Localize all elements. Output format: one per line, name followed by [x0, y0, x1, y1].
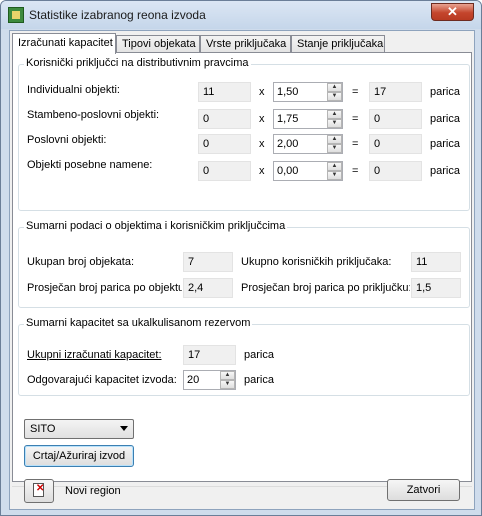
title-bar[interactable]: Statistike izabranog reona izvoda ✕: [1, 1, 481, 29]
row1-factor-value[interactable]: 1,50: [277, 86, 298, 98]
tab-tipovi-objekata[interactable]: Tipovi objekata: [116, 35, 200, 53]
tab-vrste-prikljucaka[interactable]: Vrste priključaka: [200, 35, 291, 53]
row2-times: x: [259, 113, 265, 125]
window-close-button[interactable]: ✕: [431, 3, 474, 21]
row4-factor-spinner[interactable]: 0,00 ▲ ▼: [273, 161, 343, 181]
row1-factor-spinner[interactable]: 1,50 ▲ ▼: [273, 82, 343, 102]
dialog-client: Izračunati kapacitet Tipovi objekata Vrs…: [9, 30, 475, 510]
row3-count: 0: [198, 134, 251, 154]
row4-equals: =: [352, 165, 359, 177]
ukupni-kapacitet-label: Ukupni izračunati kapacitet:: [27, 349, 162, 361]
delete-icon: ✕: [36, 483, 45, 494]
spin-up-icon[interactable]: ▲: [327, 135, 342, 144]
row1-equals: =: [352, 86, 359, 98]
chevron-down-icon: [120, 426, 128, 431]
ukupno-korisnickih-value: 11: [411, 252, 461, 272]
window-title: Statistike izabranog reona izvoda: [29, 8, 206, 22]
row4-count: 0: [198, 161, 251, 181]
odgovarajuci-kapacitet-value[interactable]: 20: [187, 374, 199, 386]
row4-times: x: [259, 165, 265, 177]
spin-down-icon[interactable]: ▼: [327, 119, 342, 128]
row2-equals: =: [352, 113, 359, 125]
spin-down-icon[interactable]: ▼: [327, 144, 342, 153]
spin-down-icon[interactable]: ▼: [220, 380, 235, 389]
row1-count: 11: [198, 82, 251, 102]
app-icon: [8, 7, 24, 23]
type-dropdown-value: SITO: [30, 423, 56, 435]
ukupan-broj-label: Ukupan broj objekata:: [27, 256, 135, 268]
group-sumarni-podaci: Sumarni podaci o objektima i korisničkim…: [18, 220, 470, 308]
group-prikljucci: Korisnički priključci na distributivnim …: [18, 57, 470, 211]
spin-down-icon[interactable]: ▼: [327, 171, 342, 180]
row3-result: 0: [369, 134, 422, 154]
row3-times: x: [259, 138, 265, 150]
spin-up-icon[interactable]: ▲: [220, 371, 235, 380]
row2-unit: parica: [430, 113, 460, 125]
prosjek-prikljucak-value: 1,5: [411, 278, 461, 298]
row1-unit: parica: [430, 86, 460, 98]
row1-label: Individualni objekti:: [27, 84, 120, 96]
row2-label: Stambeno-poslovni objekti:: [27, 109, 160, 121]
prosjek-objekt-label: Prosječan broj parica po objektu:: [27, 282, 182, 294]
odgovarajuci-kapacitet-spinner[interactable]: 20 ▲ ▼: [183, 370, 236, 390]
row1-times: x: [259, 86, 265, 98]
group-sumarni-kapacitet-title: Sumarni kapacitet sa ukalkulisanom rezer…: [24, 317, 253, 329]
row3-factor-value[interactable]: 2,00: [277, 138, 298, 150]
ukupan-broj-value: 7: [183, 252, 233, 272]
new-region-label: Novi region: [65, 485, 121, 497]
row1-result: 17: [369, 82, 422, 102]
dialog-window: Statistike izabranog reona izvoda ✕ Izra…: [0, 0, 482, 516]
row2-factor-value[interactable]: 1,75: [277, 113, 298, 125]
group-sumarni-kapacitet: Sumarni kapacitet sa ukalkulisanom rezer…: [18, 317, 470, 396]
odgovarajuci-kapacitet-unit: parica: [244, 374, 274, 386]
ukupni-kapacitet-value: 17: [183, 345, 236, 365]
row3-label: Poslovni objekti:: [27, 134, 107, 146]
tab-izracunati-kapacitet[interactable]: Izračunati kapacitet: [12, 33, 116, 54]
group-prikljucci-title: Korisnički priključci na distributivnim …: [24, 57, 251, 69]
row4-factor-value[interactable]: 0,00: [277, 165, 298, 177]
prosjek-prikljucak-label: Prosječan broj parica po priključku:: [241, 282, 410, 294]
ukupni-kapacitet-unit: parica: [244, 349, 274, 361]
tab-panel: Korisnički priključci na distributivnim …: [12, 52, 472, 482]
new-region-button[interactable]: ✕: [24, 479, 54, 503]
spin-up-icon[interactable]: ▲: [327, 110, 342, 119]
tab-stanje-prikljucaka[interactable]: Stanje priključaka: [291, 35, 385, 53]
row4-label: Objekti posebne namene:: [27, 159, 153, 171]
group-sumarni-podaci-title: Sumarni podaci o objektima i korisničkim…: [24, 220, 288, 232]
spin-up-icon[interactable]: ▲: [327, 83, 342, 92]
row2-result: 0: [369, 109, 422, 129]
row2-count: 0: [198, 109, 251, 129]
type-dropdown[interactable]: SITO: [24, 419, 134, 439]
row3-factor-spinner[interactable]: 2,00 ▲ ▼: [273, 134, 343, 154]
row4-result: 0: [369, 161, 422, 181]
row3-unit: parica: [430, 138, 460, 150]
crtaj-azuriraj-button[interactable]: Crtaj/Ažuriraj izvod: [24, 445, 134, 467]
close-button[interactable]: Zatvori: [387, 479, 460, 501]
spin-up-icon[interactable]: ▲: [327, 162, 342, 171]
row2-factor-spinner[interactable]: 1,75 ▲ ▼: [273, 109, 343, 129]
spin-down-icon[interactable]: ▼: [327, 92, 342, 101]
row4-unit: parica: [430, 165, 460, 177]
ukupno-korisnickih-label: Ukupno korisničkih priključaka:: [241, 256, 392, 268]
row3-equals: =: [352, 138, 359, 150]
prosjek-objekt-value: 2,4: [183, 278, 233, 298]
odgovarajuci-kapacitet-label: Odgovarajući kapacitet izvoda:: [27, 374, 177, 386]
